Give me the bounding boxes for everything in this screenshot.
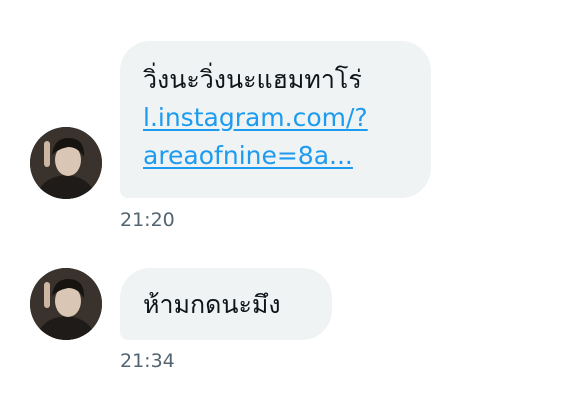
message-timestamp: 21:20 [120, 209, 175, 231]
sender-avatar[interactable] [30, 127, 102, 199]
message-timestamp: 21:34 [120, 350, 175, 372]
sender-avatar[interactable] [30, 268, 102, 340]
message-link[interactable]: l.instagram.com/? [143, 99, 411, 137]
user-photo-avatar-icon [30, 127, 102, 199]
dm-conversation: วิ่งนะวิ่งนะแฮมทาโร่ l.instagram.com/? a… [0, 0, 566, 393]
message-bubble[interactable]: วิ่งนะวิ่งนะแฮมทาโร่ l.instagram.com/? a… [120, 41, 431, 198]
message-bubble[interactable]: ห้ามกดนะมึง [120, 268, 332, 340]
message-link[interactable]: areaofnine=8a... [143, 137, 411, 175]
message-text: ห้ามกดนะมึง [143, 290, 281, 319]
message-text: วิ่งนะวิ่งนะแฮมทาโร่ [143, 65, 362, 94]
user-photo-avatar-icon [30, 268, 102, 340]
